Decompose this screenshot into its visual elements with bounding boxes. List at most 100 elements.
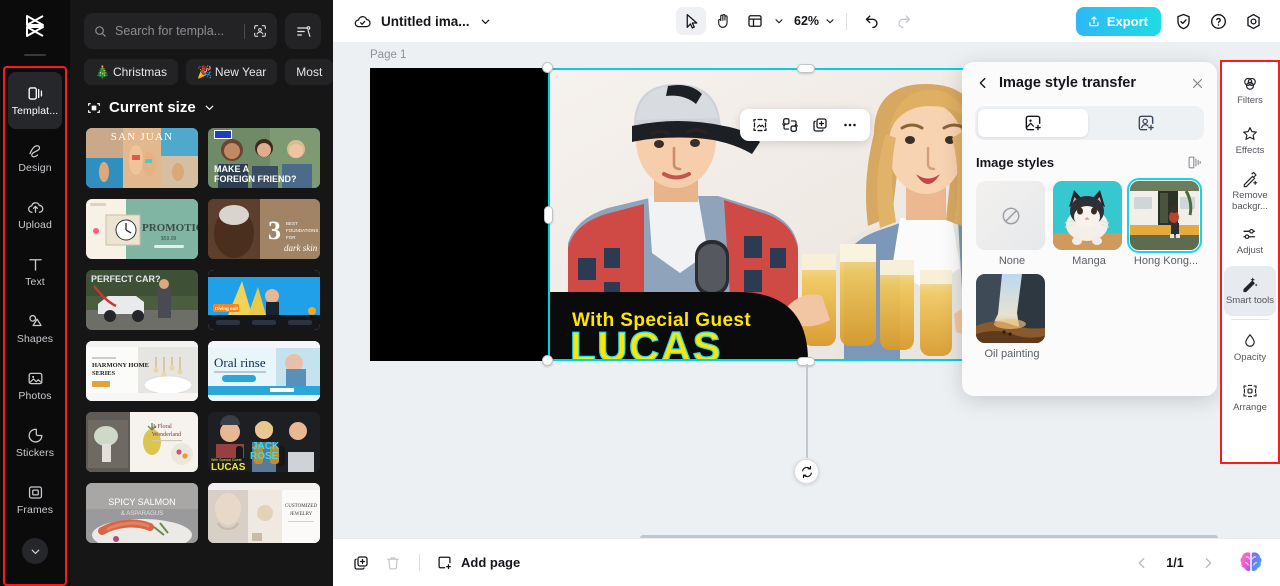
sidebar-item-upload[interactable]: Upload [8, 186, 62, 243]
crop-image-icon [753, 118, 767, 132]
next-page-button[interactable] [1194, 549, 1222, 577]
image-styles-section-header: Image styles [962, 140, 1217, 171]
layout-tool-button[interactable] [740, 7, 770, 35]
design-icon [28, 145, 40, 158]
compare-icon[interactable] [1186, 154, 1203, 171]
svg-text:CUSTOMIZED: CUSTOMIZED [285, 504, 318, 509]
select-tool-button[interactable] [676, 7, 706, 35]
chip-christmas[interactable]: 🎄 Christmas [84, 59, 178, 85]
style-option-manga[interactable]: Manga [1053, 181, 1122, 267]
help-button[interactable] [1205, 8, 1231, 34]
resize-handle-top-left[interactable] [542, 62, 553, 73]
sidebar-item-stickers[interactable]: Stickers [8, 414, 62, 471]
template-thumbnail[interactable]: Oral rinse [208, 341, 320, 401]
right-item-smart-tools[interactable]: Smart tools [1224, 266, 1276, 316]
layout-chevron-down-icon[interactable] [773, 15, 785, 27]
page-background[interactable] [370, 68, 550, 361]
style-option-hong-kong[interactable]: Hong Kong... [1127, 178, 1202, 267]
filter-chips: 🎄 Christmas 🎉 New Year Most [70, 49, 333, 85]
search-icon [95, 25, 106, 37]
tab-portrait-style[interactable] [1091, 109, 1201, 137]
chip-new-year[interactable]: 🎉 New Year [185, 59, 278, 85]
chevron-left-icon[interactable] [976, 76, 990, 90]
cursor-arrow-icon [686, 13, 698, 29]
template-thumbnail[interactable]: PERFECT CAR? [86, 270, 198, 330]
sidebar-item-text[interactable]: Text [8, 243, 62, 300]
right-item-adjust[interactable]: Adjust [1224, 216, 1276, 266]
duplicate-page-button[interactable] [347, 549, 375, 577]
add-page-button[interactable]: Add page [436, 554, 520, 571]
right-item-opacity[interactable]: Opacity [1224, 323, 1276, 373]
right-item-effects[interactable]: Effects [1224, 116, 1276, 166]
chevron-down-icon [205, 105, 214, 110]
hand-icon [718, 13, 728, 28]
svg-text:ROSE: ROSE [250, 451, 279, 462]
redo-button[interactable] [889, 7, 919, 35]
search-input[interactable]: Search for templa... [84, 13, 277, 49]
chip-most[interactable]: Most [285, 59, 333, 85]
resize-handle-bottom-left[interactable] [542, 355, 553, 366]
shield-check-button[interactable] [1170, 8, 1196, 34]
zoom-chevron-down-icon[interactable] [824, 15, 836, 27]
resize-handle-top[interactable] [797, 64, 815, 73]
close-icon[interactable] [1190, 76, 1205, 91]
ai-brain-icon [1240, 551, 1262, 571]
prev-page-button[interactable] [1128, 549, 1156, 577]
capcut-logo-icon[interactable] [0, 4, 70, 48]
right-item-arrange[interactable]: Arrange [1224, 373, 1276, 423]
svg-text:LUCAS: LUCAS [570, 323, 722, 361]
undo-button[interactable] [857, 7, 887, 35]
rotate-handle[interactable] [794, 459, 819, 484]
sidebar-item-label: Upload [18, 219, 52, 232]
right-item-filters[interactable]: Filters [1224, 66, 1276, 116]
tab-image-style[interactable] [978, 109, 1088, 137]
duplicate-button[interactable] [806, 112, 834, 138]
style-option-none[interactable]: None [976, 181, 1045, 267]
frames-icon [28, 486, 42, 499]
right-item-remove-background[interactable]: Remove backgr... [1224, 166, 1276, 216]
filters-icon [1244, 78, 1256, 91]
right-item-label: Opacity [1233, 352, 1267, 364]
template-thumbnail[interactable]: A Floral Wonderland [86, 412, 198, 472]
hand-tool-button[interactable] [708, 7, 738, 35]
current-size-selector[interactable]: Current size [70, 85, 333, 116]
sidebar-item-photos[interactable]: Photos [8, 357, 62, 414]
delete-page-button[interactable] [379, 549, 407, 577]
template-thumbnail[interactable]: SAN JUAN [86, 128, 198, 188]
resize-handle-left[interactable] [544, 206, 553, 224]
template-thumbnail[interactable]: 3 BEST FOUNDATIONS FOR dark skin [208, 199, 320, 259]
sidebar-more-button[interactable] [22, 538, 48, 564]
export-upload-icon [1089, 16, 1099, 27]
zoom-level[interactable]: 62% [794, 14, 819, 28]
template-thumbnail[interactable]: Diving suit [208, 270, 320, 330]
image-search-icon[interactable] [252, 23, 268, 39]
template-thumbnail[interactable]: CUSTOMIZED JEWELRY [208, 483, 320, 543]
template-thumbnail[interactable]: SPICY SALMON & ASPARAGUS [86, 483, 198, 543]
document-name-menu[interactable]: Untitled ima... [353, 12, 492, 31]
more-options-button[interactable] [836, 112, 864, 138]
style-option-oil-painting[interactable]: Oil painting [976, 274, 1045, 360]
image-style-icon [1025, 115, 1041, 131]
sidebar-item-design[interactable]: Design [8, 129, 62, 186]
ai-assistant-button[interactable] [1234, 546, 1268, 580]
panel-tabs [975, 106, 1204, 140]
sidebar-item-templates[interactable]: Templat... [8, 72, 62, 129]
settings-button[interactable] [1240, 8, 1266, 34]
page-label: Page 1 [370, 49, 407, 61]
crop-button[interactable] [746, 112, 774, 138]
svg-text:SPICY SALMON: SPICY SALMON [108, 497, 175, 507]
templates-grid: SAN JUAN MAKE A FOREIGN FRIEND? PROMOTI … [70, 116, 333, 543]
templates-panel: Search for templa... 🎄 Christmas 🎉 New Y… [70, 0, 333, 586]
svg-text:A Floral: A Floral [152, 424, 172, 430]
template-thumbnail[interactable]: HARMONY HOME SERIES [86, 341, 198, 401]
svg-text:SERIES: SERIES [92, 370, 116, 377]
sidebar-item-shapes[interactable]: Shapes [8, 300, 62, 357]
export-button[interactable]: Export [1075, 6, 1161, 36]
filter-button[interactable] [285, 13, 321, 49]
replace-button[interactable] [776, 112, 804, 138]
template-thumbnail[interactable]: PROMOTION $59.99 [86, 199, 198, 259]
upload-cloud-icon [27, 202, 43, 214]
sidebar-item-frames[interactable]: Frames [8, 471, 62, 528]
template-thumbnail[interactable]: JACK ROSE With Special Guest LUCAS [208, 412, 320, 472]
template-thumbnail[interactable]: MAKE A FOREIGN FRIEND? [208, 128, 320, 188]
